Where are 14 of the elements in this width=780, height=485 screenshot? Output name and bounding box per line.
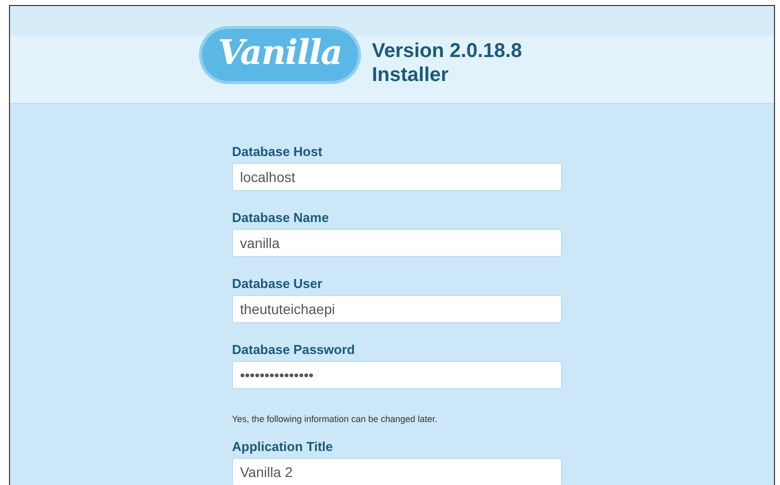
info-note: Yes, the following information can be changed later. <box>232 414 438 425</box>
field-label: Application Title <box>232 439 334 455</box>
field-label: Database Host <box>232 144 324 160</box>
input-field[interactable]: theututeichaepi <box>232 295 562 323</box>
input-field[interactable]: ••••••••••••••• <box>232 361 562 389</box>
input-field[interactable]: vanilla <box>232 229 562 257</box>
logo: Vanilla <box>202 28 358 80</box>
input-field[interactable]: Vanilla 2 <box>232 458 562 485</box>
installer-title: Installer <box>372 62 450 86</box>
field-label: Database User <box>232 276 324 292</box>
field-label: Database Name <box>232 210 330 226</box>
field-label: Database Password <box>232 342 356 358</box>
version-title: Version 2.0.18.8 <box>372 38 522 62</box>
input-field[interactable]: localhost <box>232 163 562 191</box>
